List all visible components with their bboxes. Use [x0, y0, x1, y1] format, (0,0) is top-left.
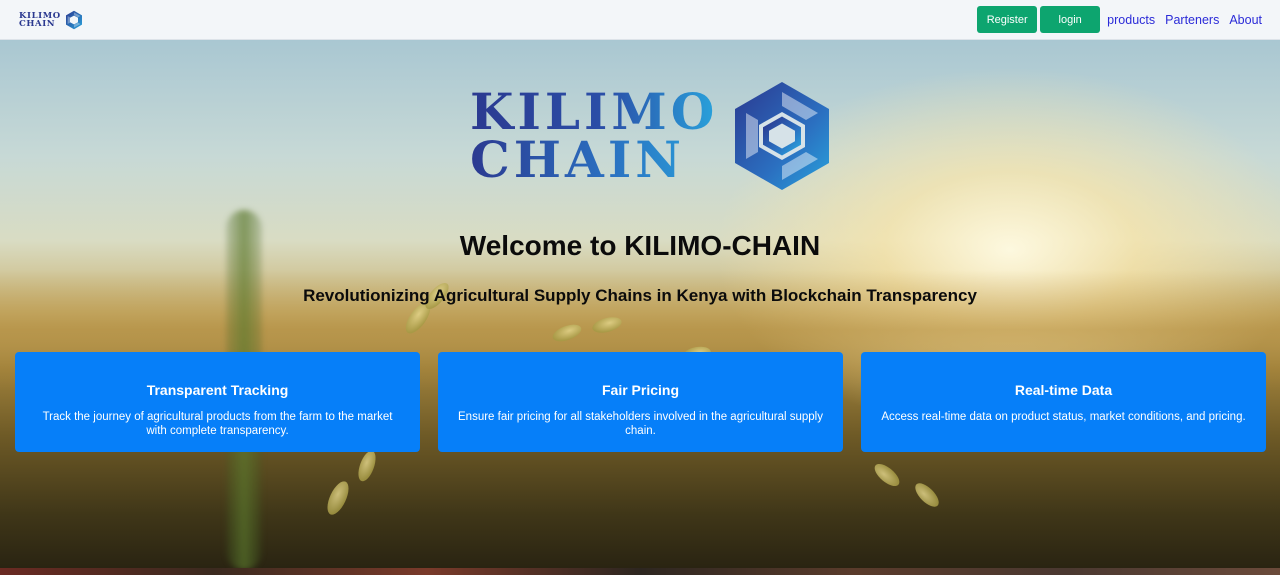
hexagon-chain-icon	[735, 82, 830, 190]
hero-title: Welcome to KILIMO-CHAIN	[459, 230, 821, 261]
nav-actions: Register login products Parteners About	[977, 6, 1262, 33]
hero-logo: KILIMO CHAIN	[470, 80, 832, 192]
next-section-preview	[0, 568, 1280, 575]
register-button[interactable]: Register	[977, 6, 1038, 33]
feature-card-title: Fair Pricing	[601, 382, 680, 398]
feature-card-real-time-data: Real-time Data Access real-time data on …	[861, 352, 1266, 452]
feature-card-text: Access real-time data on product status,…	[881, 411, 1246, 423]
login-button[interactable]: login	[1040, 6, 1101, 33]
hero-section: KILIMO CHAIN Welcome to KILIMO-CHAIN Rev…	[0, 40, 1280, 568]
feature-card-title: Real-time Data	[1014, 382, 1113, 398]
background-grain	[911, 479, 943, 511]
hero-logo-line-2: CHAIN	[470, 135, 718, 185]
hexagon-chain-icon	[65, 10, 82, 29]
feature-card-text: Track the journey of agricultural produc…	[42, 411, 393, 437]
hero-logo-wordmark: KILIMO CHAIN	[470, 82, 719, 185]
hero-subtitle: Revolutionizing Agricultural Supply Chai…	[303, 286, 977, 305]
brand-logo[interactable]: KILIMO CHAIN	[19, 10, 84, 30]
nav-link-about[interactable]: About	[1229, 13, 1262, 27]
feature-cards: Transparent Tracking Track the journey o…	[15, 352, 1266, 452]
navbar: KILIMO CHAIN Register login products Par…	[0, 0, 1280, 40]
feature-card-text: Ensure fair pricing for all stakeholders…	[458, 411, 823, 437]
brand-line-2: CHAIN	[19, 18, 56, 29]
background-grain	[871, 459, 903, 491]
brand-wordmark: KILIMO CHAIN	[19, 11, 61, 29]
nav-link-partners[interactable]: Parteners	[1165, 13, 1219, 27]
hero-logo-line-1: KILIMO	[470, 82, 719, 141]
feature-card-transparent-tracking: Transparent Tracking Track the journey o…	[15, 352, 420, 452]
background-grain	[354, 448, 380, 484]
feature-card-fair-pricing: Fair Pricing Ensure fair pricing for all…	[438, 352, 843, 452]
nav-link-products[interactable]: products	[1107, 13, 1155, 27]
feature-card-title: Transparent Tracking	[146, 382, 289, 398]
background-grain	[323, 478, 353, 518]
